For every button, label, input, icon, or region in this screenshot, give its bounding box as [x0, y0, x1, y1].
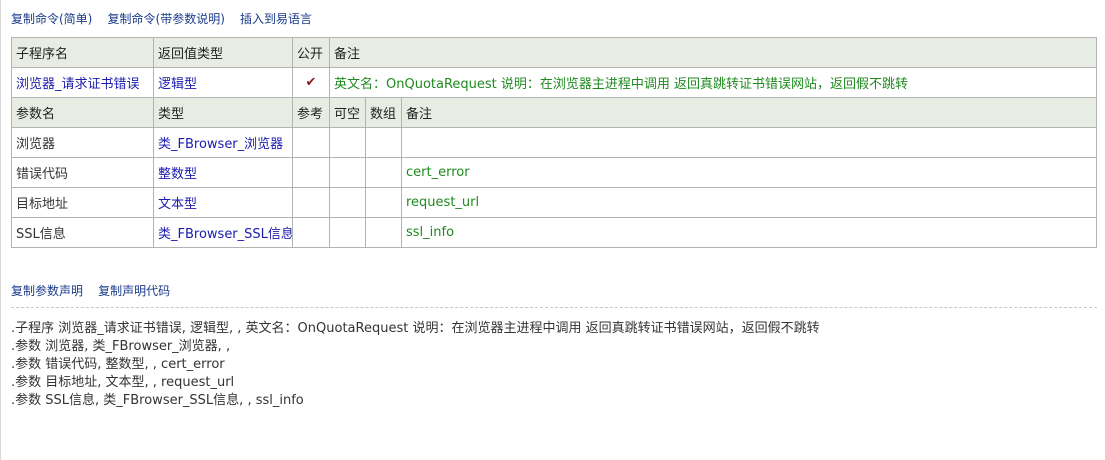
insert-to-eyuyan-link[interactable]: 插入到易语言	[240, 12, 312, 26]
return-type-header: 返回值类型	[153, 37, 293, 68]
dashed-divider	[11, 307, 1097, 308]
param-name: 浏览器	[11, 127, 154, 158]
param-row: SSL信息 类_FBrowser_SSL信息 ssl_info	[11, 217, 1097, 248]
param-row: 浏览器 类_FBrowser_浏览器	[11, 127, 1097, 158]
copy-param-declaration-link[interactable]: 复制参数声明	[11, 284, 83, 298]
param-remark: ssl_info	[401, 217, 1097, 248]
param-ref	[292, 217, 330, 248]
param-ref	[292, 157, 330, 188]
param-remark: cert_error	[401, 157, 1097, 188]
param-nullable	[329, 127, 366, 158]
param-name-header: 参数名	[11, 97, 154, 128]
param-ref-header: 参考	[292, 97, 330, 128]
param-type[interactable]: 类_FBrowser_浏览器	[153, 127, 293, 158]
command-header-row: 子程序名 返回值类型 公开 备注	[11, 37, 1097, 68]
param-array-header: 数组	[365, 97, 402, 128]
code-line: .参数 目标地址, 文本型, , request_url	[11, 375, 235, 390]
param-array	[365, 187, 402, 218]
code-line: .参数 错误代码, 整数型, , cert_error	[11, 357, 225, 372]
code-line: .参数 浏览器, 类_FBrowser_浏览器, ,	[11, 339, 231, 354]
param-name: SSL信息	[11, 217, 154, 248]
param-type[interactable]: 文本型	[153, 187, 293, 218]
param-name: 目标地址	[11, 187, 154, 218]
top-link-bar: 复制命令(简单) 复制命令(带参数说明) 插入到易语言	[11, 10, 323, 26]
code-line: .子程序 浏览器_请求证书错误, 逻辑型, , 英文名：OnQuotaReque…	[11, 321, 820, 336]
window-left-border	[0, 0, 1, 460]
remark-header: 备注	[329, 37, 1097, 68]
copy-command-with-params-link[interactable]: 复制命令(带参数说明)	[108, 12, 225, 26]
param-ref	[292, 127, 330, 158]
param-name: 错误代码	[11, 157, 154, 188]
sub-name-header: 子程序名	[11, 37, 154, 68]
param-array	[365, 127, 402, 158]
public-header: 公开	[292, 37, 330, 68]
param-ref	[292, 187, 330, 218]
param-row: 目标地址 文本型 request_url	[11, 187, 1097, 218]
param-array	[365, 157, 402, 188]
param-remark-header: 备注	[401, 97, 1097, 128]
param-nullable	[329, 217, 366, 248]
param-nullable-header: 可空	[329, 97, 366, 128]
copy-command-simple-link[interactable]: 复制命令(简单)	[11, 12, 92, 26]
command-definition-table: 子程序名 返回值类型 公开 备注 浏览器_请求证书错误 逻辑型 ✔ 英文名：On…	[11, 37, 1097, 248]
param-remark: request_url	[401, 187, 1097, 218]
declaration-code-block: .子程序 浏览器_请求证书错误, 逻辑型, , 英文名：OnQuotaReque…	[11, 320, 820, 410]
param-type-header: 类型	[153, 97, 293, 128]
copy-declaration-code-link[interactable]: 复制声明代码	[98, 284, 170, 298]
command-name: 浏览器_请求证书错误	[11, 67, 154, 98]
command-return-type[interactable]: 逻辑型	[153, 67, 293, 98]
param-type[interactable]: 整数型	[153, 157, 293, 188]
param-row: 错误代码 整数型 cert_error	[11, 157, 1097, 188]
command-row: 浏览器_请求证书错误 逻辑型 ✔ 英文名：OnQuotaRequest 说明：在…	[11, 67, 1097, 98]
param-nullable	[329, 187, 366, 218]
param-remark	[401, 127, 1097, 158]
param-header-row: 参数名 类型 参考 可空 数组 备注	[11, 97, 1097, 128]
declaration-link-bar: 复制参数声明 复制声明代码	[11, 282, 181, 299]
param-array	[365, 217, 402, 248]
param-nullable	[329, 157, 366, 188]
code-line: .参数 SSL信息, 类_FBrowser_SSL信息, , ssl_info	[11, 393, 304, 408]
param-type[interactable]: 类_FBrowser_SSL信息	[153, 217, 293, 248]
public-check-icon: ✔	[292, 67, 330, 98]
command-remark: 英文名：OnQuotaRequest 说明：在浏览器主进程中调用 返回真跳转证书…	[329, 67, 1097, 98]
